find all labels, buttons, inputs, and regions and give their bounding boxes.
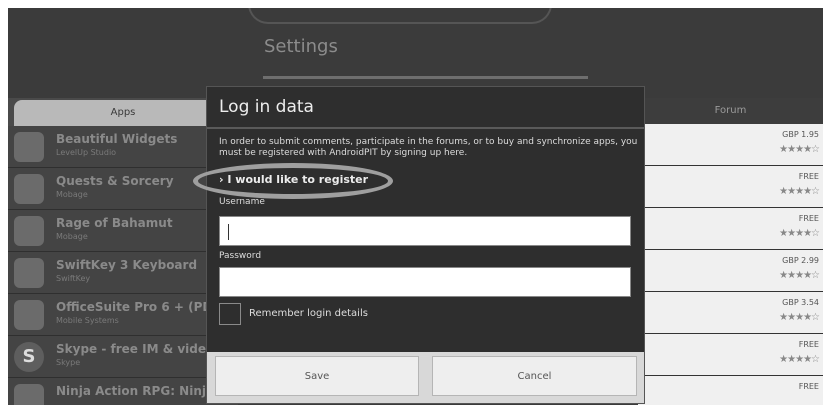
app-icon	[14, 216, 44, 246]
list-item[interactable]: OfficeSuite Pro 6 + (PDF & Mobile Systems	[8, 294, 238, 336]
dialog-title: Log in data	[219, 97, 314, 117]
remember-checkbox[interactable]	[219, 303, 241, 325]
username-field[interactable]	[219, 216, 631, 246]
rating-stars: ★★★★☆	[779, 186, 820, 197]
rating-stars: ★★★★☆	[779, 270, 820, 281]
background-settings-title: Settings	[264, 36, 338, 57]
tablet-screen: Settings Apps Beautiful Widgets LevelUp S…	[8, 8, 823, 405]
price-label: FREE	[798, 214, 819, 223]
officesuite-icon	[14, 300, 44, 330]
dialog-description: In order to submit comments, participate…	[219, 137, 638, 158]
list-item[interactable]: FREE ★★★★☆	[638, 208, 823, 250]
cancel-button[interactable]: Cancel	[432, 356, 637, 396]
dialog-button-bar: Save Cancel	[207, 352, 644, 403]
skype-icon: S	[14, 342, 44, 372]
list-item[interactable]: Beautiful Widgets LevelUp Studio	[8, 126, 238, 168]
list-item[interactable]: SwiftKey 3 Keyboard SwiftKey	[8, 252, 238, 294]
price-label: FREE	[798, 340, 819, 349]
app-name: Rage of Bahamut	[56, 216, 173, 230]
app-developer: Skype	[56, 358, 81, 367]
forum-panel: Forum GBP 1.95 ★★★★☆ FREE ★★★★☆ FREE ★★★★☆ GBP…	[638, 98, 823, 405]
app-icon	[14, 384, 44, 405]
rating-stars: ★★★★☆	[779, 354, 820, 365]
list-item[interactable]: GBP 1.95 ★★★★☆	[638, 124, 823, 166]
tab-forum[interactable]: Forum	[638, 98, 823, 124]
widgets-icon	[14, 132, 44, 162]
login-dialog: Log in data In order to submit comments,…	[193, 86, 645, 404]
apps-panel: Apps Beautiful Widgets LevelUp Studio Ques…	[8, 98, 264, 405]
tab-apps[interactable]: Apps	[14, 100, 232, 126]
app-name: Beautiful Widgets	[56, 132, 178, 146]
app-developer: Mobage	[56, 190, 88, 199]
price-label: FREE	[798, 382, 819, 391]
app-developer: SwiftKey	[56, 274, 91, 283]
app-developer: Mobage	[56, 232, 88, 241]
app-developer: LevelUp Studio	[56, 148, 117, 157]
username-input[interactable]	[220, 217, 630, 245]
price-label: GBP 3.54	[782, 298, 819, 307]
swiftkey-icon	[14, 258, 44, 288]
list-item[interactable]: GBP 2.99 ★★★★☆	[638, 250, 823, 292]
list-item[interactable]: FREE	[638, 376, 823, 405]
app-list: Beautiful Widgets LevelUp Studio Quests & …	[8, 126, 264, 405]
register-link[interactable]: › I would like to register	[219, 173, 368, 186]
app-name: Quests & Sorcery	[56, 174, 174, 188]
list-item[interactable]: GBP 3.54 ★★★★☆	[638, 292, 823, 334]
password-label: Password	[219, 251, 262, 261]
price-list: GBP 1.95 ★★★★☆ FREE ★★★★☆ FREE ★★★★☆ GBP 2.99 ★…	[638, 124, 823, 405]
save-button[interactable]: Save	[215, 356, 419, 396]
list-item[interactable]: S Skype - free IM & video cal Skype	[8, 336, 238, 378]
list-item[interactable]: FREE ★★★★☆	[638, 166, 823, 208]
rating-stars: ★★★★☆	[779, 228, 820, 239]
remember-label[interactable]: Remember login details	[249, 308, 368, 319]
background-divider	[263, 76, 588, 79]
price-label: GBP 2.99	[782, 256, 819, 265]
rating-stars: ★★★★☆	[779, 312, 820, 323]
dialog-title-divider	[207, 127, 644, 129]
username-label: Username	[219, 197, 265, 207]
password-input[interactable]	[220, 268, 630, 296]
password-field[interactable]	[219, 267, 631, 297]
price-label: GBP 1.95	[782, 130, 819, 139]
rating-stars: ★★★★☆	[779, 144, 820, 155]
list-item[interactable]: Ninja Action RPG: Ninja Royale	[8, 378, 264, 405]
list-item[interactable]: FREE ★★★★☆	[638, 334, 823, 376]
app-icon	[14, 174, 44, 204]
app-developer: Mobile Systems	[56, 316, 119, 325]
top-bezel-arc	[248, 8, 552, 24]
price-label: FREE	[798, 172, 819, 181]
list-item[interactable]: Rage of Bahamut Mobage	[8, 210, 238, 252]
text-caret	[228, 224, 229, 240]
app-name: SwiftKey 3 Keyboard	[56, 258, 198, 272]
